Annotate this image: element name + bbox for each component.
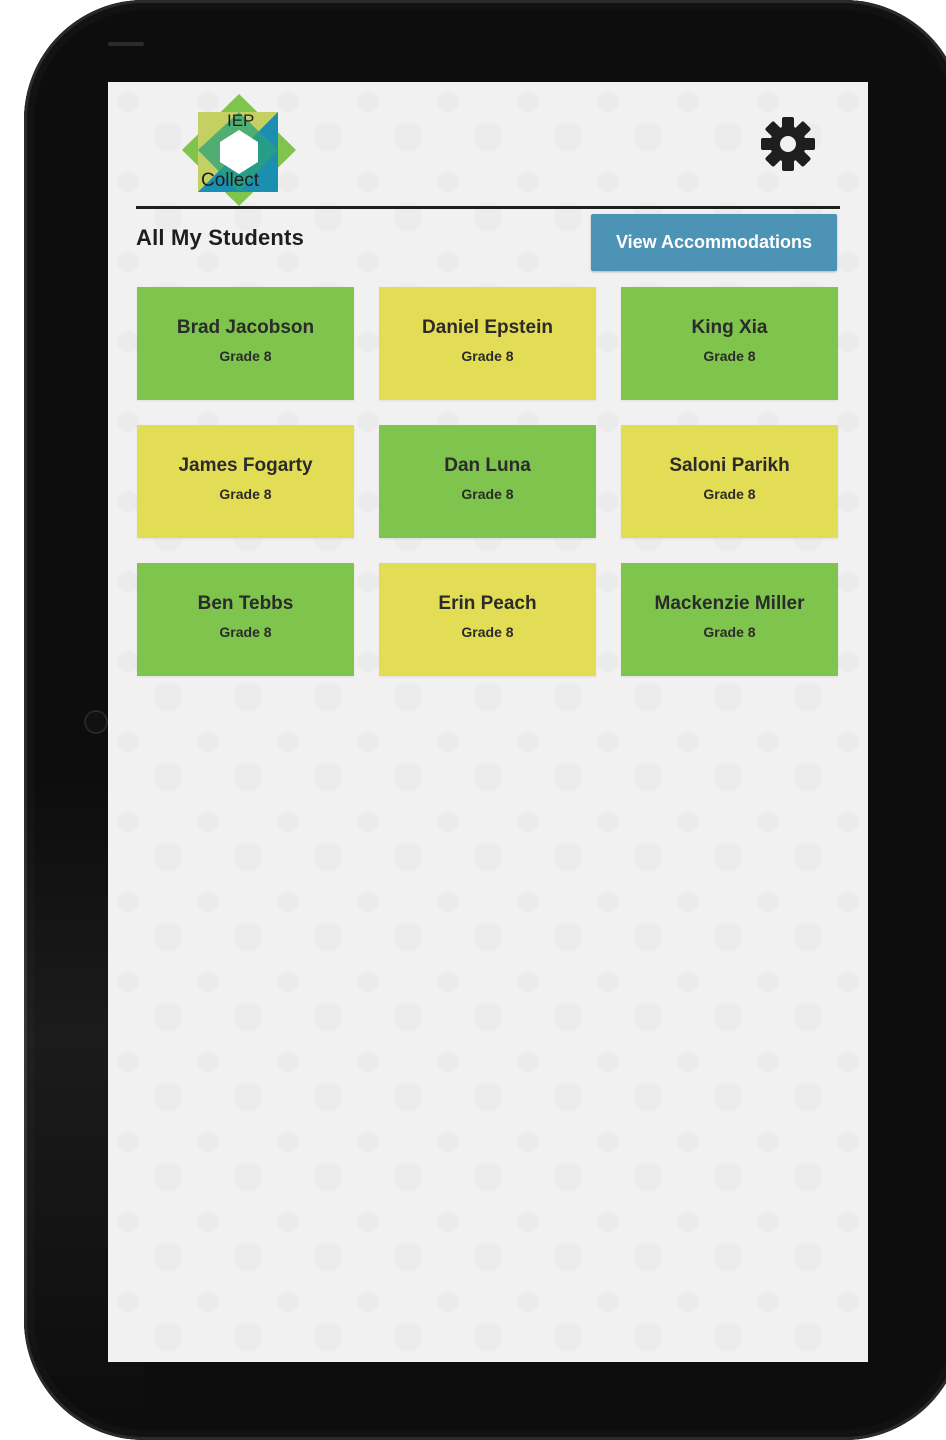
student-name: Ben Tebbs <box>197 593 294 614</box>
student-grade: Grade 8 <box>461 624 514 640</box>
student-grade: Grade 8 <box>219 486 272 502</box>
student-grade: Grade 8 <box>461 348 514 364</box>
logo-graphic: IEP Collect <box>182 94 296 206</box>
student-grid: Brad Jacobson Grade 8 Daniel Epstein Gra… <box>137 287 841 676</box>
student-grade: Grade 8 <box>703 486 756 502</box>
gear-icon[interactable] <box>760 116 816 172</box>
student-name: James Fogarty <box>178 455 313 476</box>
student-name: Daniel Epstein <box>422 317 553 338</box>
view-accommodations-button[interactable]: View Accommodations <box>591 214 837 271</box>
student-grade: Grade 8 <box>461 486 514 502</box>
page-title: All My Students <box>136 225 305 250</box>
student-grade: Grade 8 <box>219 624 272 640</box>
student-name: Brad Jacobson <box>176 317 315 338</box>
logo-text-top: IEP <box>227 111 254 130</box>
student-card[interactable]: Dan Luna Grade 8 <box>379 425 596 538</box>
student-grade: Grade 8 <box>219 348 272 364</box>
logo-text-bottom: Collect <box>201 170 260 191</box>
app-screen: IEP Collect All My Students View Accommo… <box>108 82 868 1362</box>
student-card[interactable]: Erin Peach Grade 8 <box>379 563 596 676</box>
student-name: Erin Peach <box>438 593 537 614</box>
app-logo: IEP Collect <box>180 92 298 208</box>
student-grade: Grade 8 <box>703 348 756 364</box>
home-button[interactable] <box>86 712 106 732</box>
student-card[interactable]: Daniel Epstein Grade 8 <box>379 287 596 400</box>
student-name: Dan Luna <box>444 455 531 476</box>
student-name: Saloni Parikh <box>669 455 790 476</box>
header-divider <box>136 206 840 209</box>
student-card[interactable]: Saloni Parikh Grade 8 <box>621 425 838 538</box>
student-card[interactable]: Mackenzie Miller Grade 8 <box>621 563 838 676</box>
student-card[interactable]: Ben Tebbs Grade 8 <box>137 563 354 676</box>
camera-slit <box>108 42 144 46</box>
student-card[interactable]: King Xia Grade 8 <box>621 287 838 400</box>
student-card[interactable]: Brad Jacobson Grade 8 <box>137 287 354 400</box>
student-grade: Grade 8 <box>703 624 756 640</box>
student-card[interactable]: James Fogarty Grade 8 <box>137 425 354 538</box>
student-name: Mackenzie Miller <box>654 593 805 614</box>
student-name: King Xia <box>691 317 768 338</box>
